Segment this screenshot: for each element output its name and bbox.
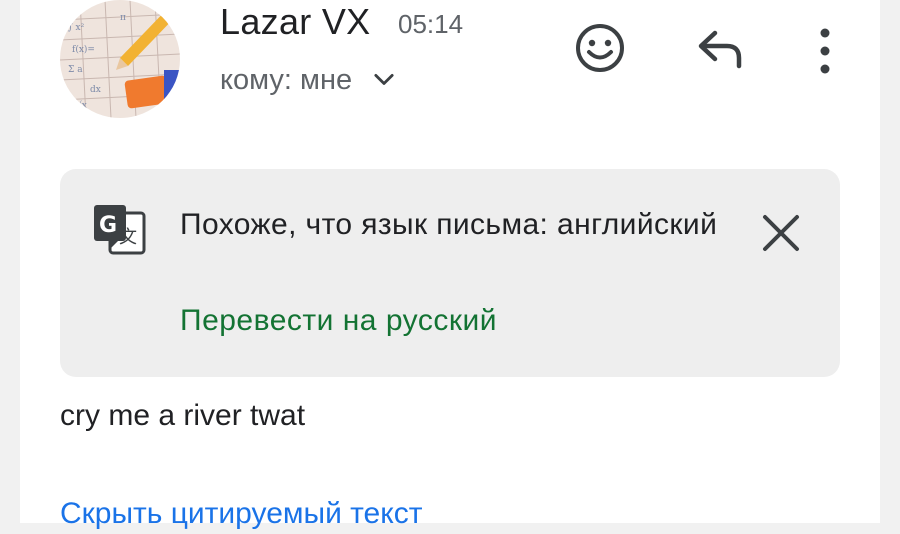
vertical-dots-icon	[820, 28, 830, 74]
svg-text:f(x)=: f(x)=	[72, 44, 95, 55]
smiley-face-icon	[576, 24, 624, 72]
svg-text:√x: √x	[76, 100, 87, 111]
message-body: cry me a river twat	[60, 399, 306, 432]
svg-text:π: π	[120, 13, 126, 23]
email-view: ∫ x² f(x)= Σ a dx √x π Lazar VX 05:14 ко…	[20, 0, 880, 530]
recipient-label: кому: мне	[220, 64, 353, 96]
svg-text:G: G	[99, 213, 117, 238]
add-reaction-button[interactable]	[570, 18, 630, 78]
sender-avatar[interactable]: ∫ x² f(x)= Σ a dx √x π	[60, 0, 180, 118]
svg-text:dx: dx	[90, 85, 101, 95]
recipient-line[interactable]: кому: мне	[220, 58, 398, 102]
translate-to-russian-link[interactable]: Перевести на русский	[180, 297, 497, 345]
more-options-button[interactable]	[795, 18, 855, 78]
reply-arrow-icon	[698, 30, 742, 69]
sender-name: Lazar VX	[220, 1, 371, 42]
translate-banner: 文 G Похоже, что язык письма: английский …	[60, 169, 840, 377]
message-time: 05:14	[398, 9, 464, 39]
google-translate-icon: 文 G	[94, 205, 146, 255]
svg-text:Σ a: Σ a	[68, 65, 83, 75]
close-translate-banner-button[interactable]	[753, 205, 809, 261]
detected-language-message: Похоже, что язык письма: английский	[180, 208, 718, 241]
close-icon	[763, 215, 799, 251]
reply-button[interactable]	[690, 18, 750, 78]
avatar-image: ∫ x² f(x)= Σ a dx √x π	[60, 0, 180, 118]
hide-quoted-text-link[interactable]: Скрыть цитируемый текст	[60, 494, 422, 534]
svg-text:∫ x²: ∫ x²	[68, 23, 85, 33]
chevron-down-icon[interactable]	[370, 66, 398, 94]
